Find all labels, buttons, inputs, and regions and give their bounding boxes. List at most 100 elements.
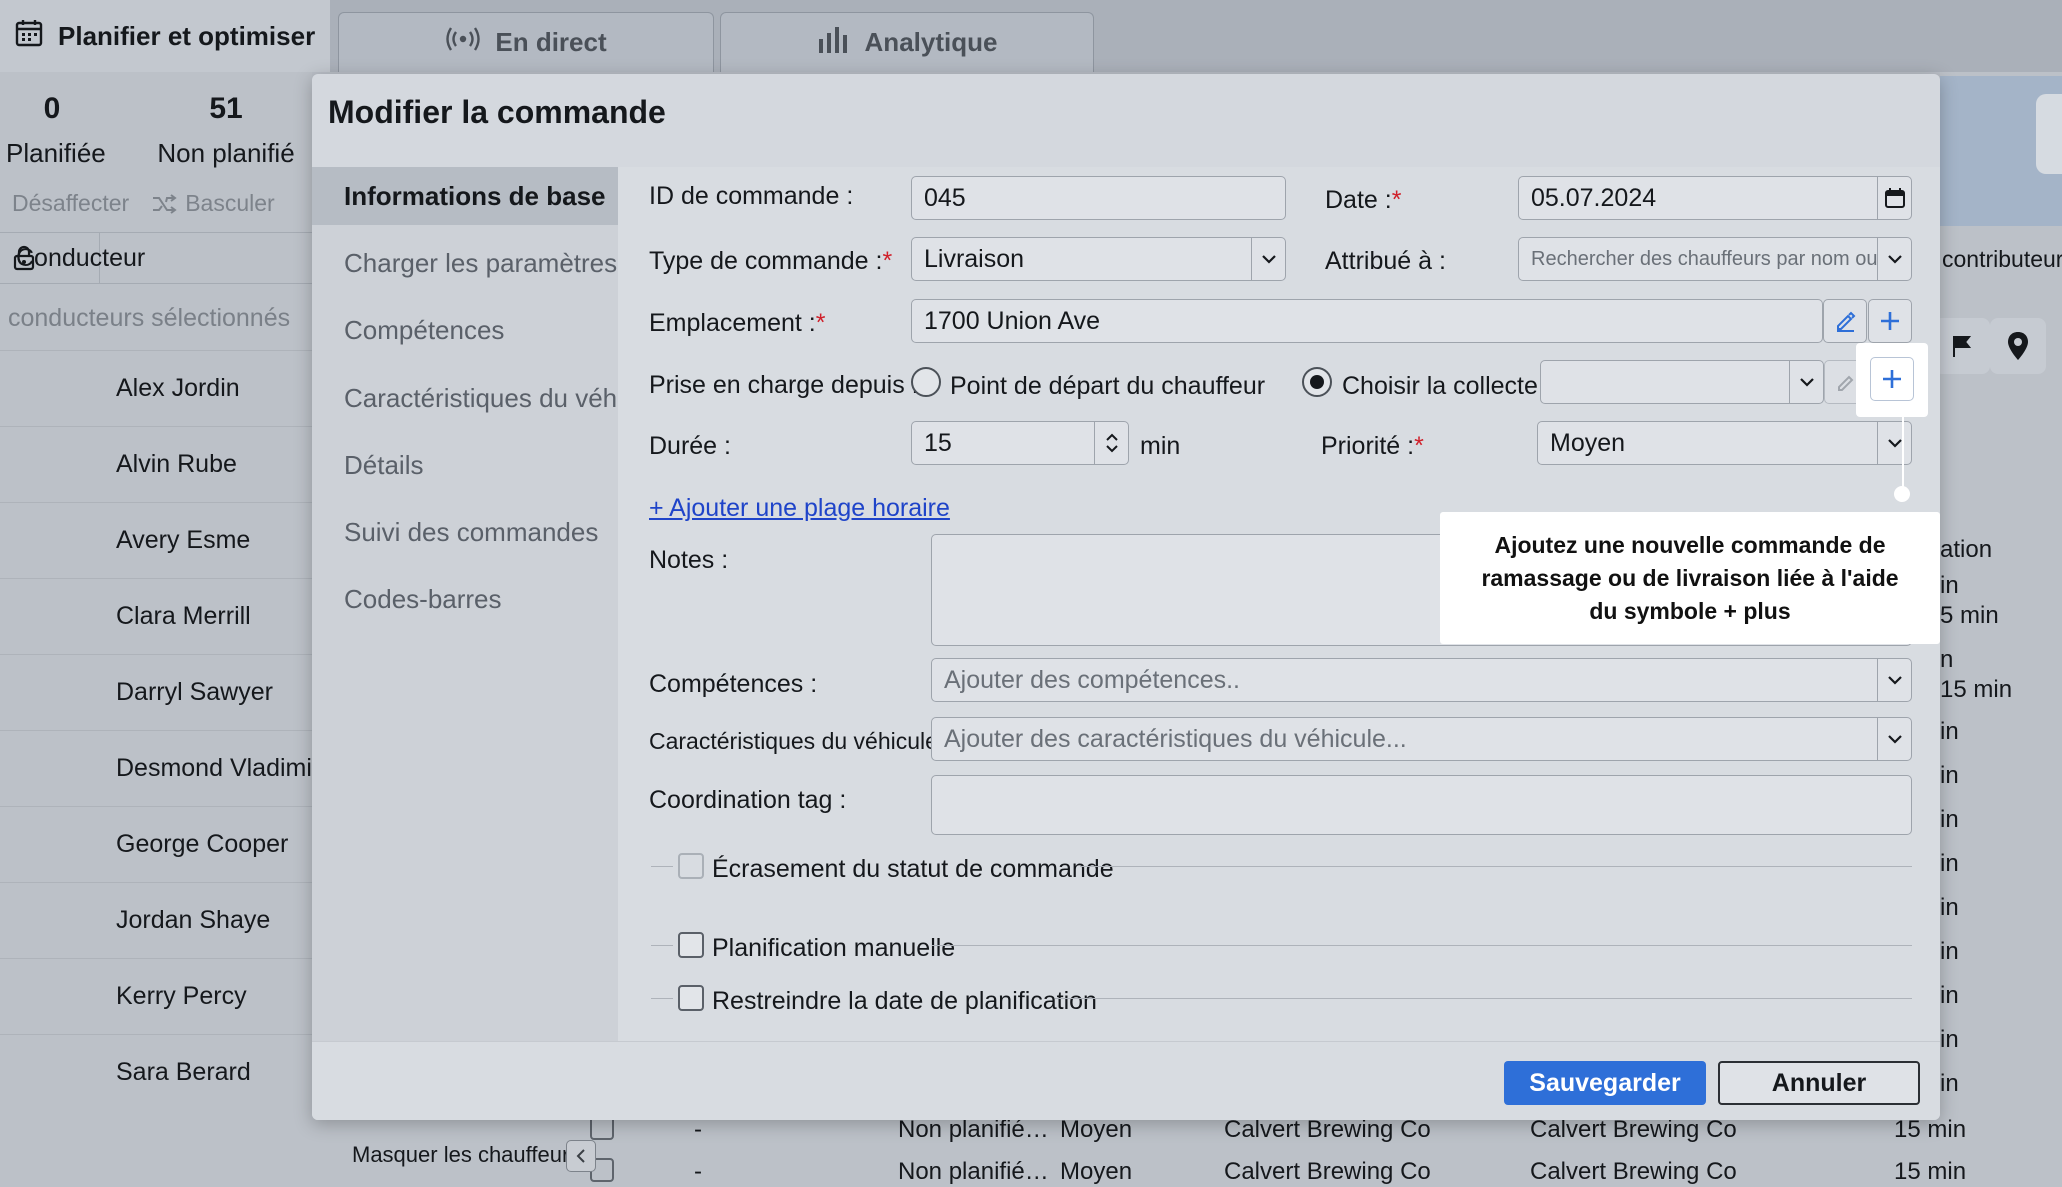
collapse-chevron-left-icon[interactable]	[566, 1140, 596, 1172]
duration-stepper[interactable]: 15	[911, 421, 1129, 465]
driver-row[interactable]: Alex Jordin	[0, 350, 312, 426]
driver-start-label[interactable]: Point de départ du chauffeur	[950, 372, 1265, 401]
row-delivery: Calvert Brewing Co	[1530, 1116, 1737, 1143]
nav-order-tracking[interactable]: Suivi des commandes	[312, 503, 618, 561]
calendar-picker-icon[interactable]	[1877, 177, 1911, 219]
driver-row[interactable]: George Cooper	[0, 806, 312, 882]
tab-label: En direct	[495, 27, 607, 57]
order-type-label: Type de commande :*	[649, 247, 893, 275]
chevron-down-icon	[1251, 238, 1285, 280]
date-value: 05.07.2024	[1531, 183, 1657, 212]
pencil-icon	[1838, 375, 1854, 391]
nav-skills[interactable]: Compétences	[312, 301, 618, 359]
driver-row[interactable]: Kerry Percy	[0, 958, 312, 1034]
calendar-icon	[14, 18, 44, 55]
bar-chart-icon	[817, 25, 851, 60]
add-pickup-button[interactable]	[1870, 357, 1914, 401]
plus-icon	[1883, 370, 1901, 388]
flag-icon[interactable]	[1934, 318, 1990, 374]
contributors-label: contributeurs	[1942, 246, 2062, 272]
choose-pickup-label[interactable]: Choisir la collecte :	[1342, 372, 1552, 401]
driver-column-label[interactable]: Conducteur	[0, 244, 145, 273]
divider	[932, 945, 1912, 946]
tooltip-pointer-line	[1902, 417, 1904, 491]
chevron-down-icon	[1877, 238, 1911, 280]
date-input[interactable]: 05.07.2024	[1518, 176, 1912, 220]
nav-details[interactable]: Détails	[312, 436, 618, 494]
edit-location-button[interactable]	[1823, 299, 1867, 343]
row-dash: -	[694, 1116, 702, 1143]
planned-stat: 0 Planifiée	[6, 92, 106, 169]
order-id-input[interactable]	[911, 176, 1286, 220]
driver-row[interactable]: Jordan Shaye	[0, 882, 312, 958]
restrict-date-checkbox[interactable]	[678, 985, 704, 1011]
priority-label: Priorité :*	[1321, 432, 1424, 460]
save-button[interactable]: Sauvegarder	[1504, 1061, 1706, 1105]
stepper-arrows-icon[interactable]	[1094, 422, 1128, 464]
plus-icon	[1881, 312, 1899, 330]
unplanned-stat: 51 Non planifié	[156, 92, 296, 169]
location-input[interactable]: 1700 Union Ave	[911, 299, 1823, 343]
order-type-value: Livraison	[924, 244, 1025, 273]
driver-row[interactable]: Desmond Vladimi	[0, 730, 312, 806]
add-location-button[interactable]	[1868, 299, 1912, 343]
driver-row[interactable]: Sara Berard	[0, 1034, 312, 1110]
nav-vehicle-features[interactable]: Caractéristiques du véhicule	[312, 369, 671, 427]
overwrite-status-checkbox[interactable]	[678, 853, 704, 879]
tab-plan-optimize[interactable]: Planifier et optimiser	[0, 0, 330, 72]
location-pin-icon[interactable]	[1990, 318, 2046, 374]
manual-planning-label: Planification manuelle	[712, 934, 956, 962]
hide-drivers-label[interactable]: Masquer les chauffeurs	[352, 1142, 580, 1168]
skills-label: Compétences :	[649, 670, 818, 698]
row-delivery: Calvert Brewing Co	[1530, 1158, 1737, 1185]
driver-row[interactable]: Avery Esme	[0, 502, 312, 578]
order-type-select[interactable]: Livraison	[911, 237, 1286, 281]
skills-select[interactable]: Ajouter des compétences..	[931, 658, 1912, 702]
tab-label: Planifier et optimiser	[58, 20, 316, 51]
nav-load-params[interactable]: Charger les paramètres	[312, 234, 618, 292]
radio-driver-start[interactable]	[911, 367, 941, 397]
chevron-down-icon	[1789, 361, 1823, 403]
overwrite-status-label: Écrasement du statut de commande	[712, 855, 1114, 883]
driver-row[interactable]: Darryl Sawyer	[0, 654, 312, 730]
tab-live[interactable]: En direct	[338, 12, 714, 72]
table-cell: in	[1940, 806, 1959, 833]
table-cell: in	[1940, 1026, 1959, 1053]
assigned-to-search[interactable]: Rechercher des chauffeurs par nom ou par…	[1518, 237, 1912, 281]
divider	[651, 866, 673, 867]
coordination-tag-input[interactable]	[931, 775, 1912, 835]
row-duration: 15 min	[1894, 1116, 1967, 1143]
divider	[1055, 998, 1912, 999]
vehicle-features-select[interactable]: Ajouter des caractéristiques du véhicule…	[931, 717, 1912, 761]
unassign-button[interactable]: Désaffecter	[12, 190, 129, 217]
order-id-value[interactable]	[924, 183, 1285, 213]
nav-basic-info[interactable]: Informations de base	[312, 167, 618, 225]
tooltip-pointer-dot	[1894, 486, 1910, 502]
drivers-column-header: Conducteur	[0, 232, 312, 284]
driver-row[interactable]: Alvin Rube	[0, 426, 312, 502]
coordination-tag-label: Coordination tag :	[649, 786, 847, 814]
drivers-panel: 0 Planifiée 51 Non planifié Désaffecter …	[0, 72, 312, 1187]
duration-label: Durée :	[649, 432, 731, 460]
selected-drivers-label: conducteurs sélectionnés	[8, 304, 291, 332]
radio-choose-pickup[interactable]	[1302, 367, 1332, 397]
row-status: Non planifié…	[898, 1158, 1049, 1185]
manual-planning-checkbox[interactable]	[678, 932, 704, 958]
pickup-select[interactable]	[1540, 360, 1824, 404]
add-time-slot-link[interactable]: + Ajouter une plage horaire	[649, 494, 950, 523]
cancel-button[interactable]: Annuler	[1718, 1061, 1920, 1105]
panel-toggle-button[interactable]	[2036, 94, 2062, 174]
driver-row[interactable]: Clara Merrill	[0, 578, 312, 654]
unplanned-label: Non planifié	[157, 138, 295, 168]
toggle-button[interactable]: Basculer	[151, 190, 275, 217]
duration-value: 15	[924, 428, 952, 457]
broadcast-icon	[445, 26, 481, 59]
priority-select[interactable]: Moyen	[1537, 421, 1912, 465]
nav-barcodes[interactable]: Codes-barres	[312, 570, 618, 628]
table-cell: 15 min	[1940, 676, 2013, 703]
duration-unit: min	[1140, 432, 1181, 460]
row-priority: Moyen	[1060, 1116, 1133, 1143]
tab-analytics[interactable]: Analytique	[720, 12, 1094, 72]
row-pickup: Calvert Brewing Co	[1224, 1158, 1431, 1185]
date-label: Date :*	[1325, 186, 1402, 214]
